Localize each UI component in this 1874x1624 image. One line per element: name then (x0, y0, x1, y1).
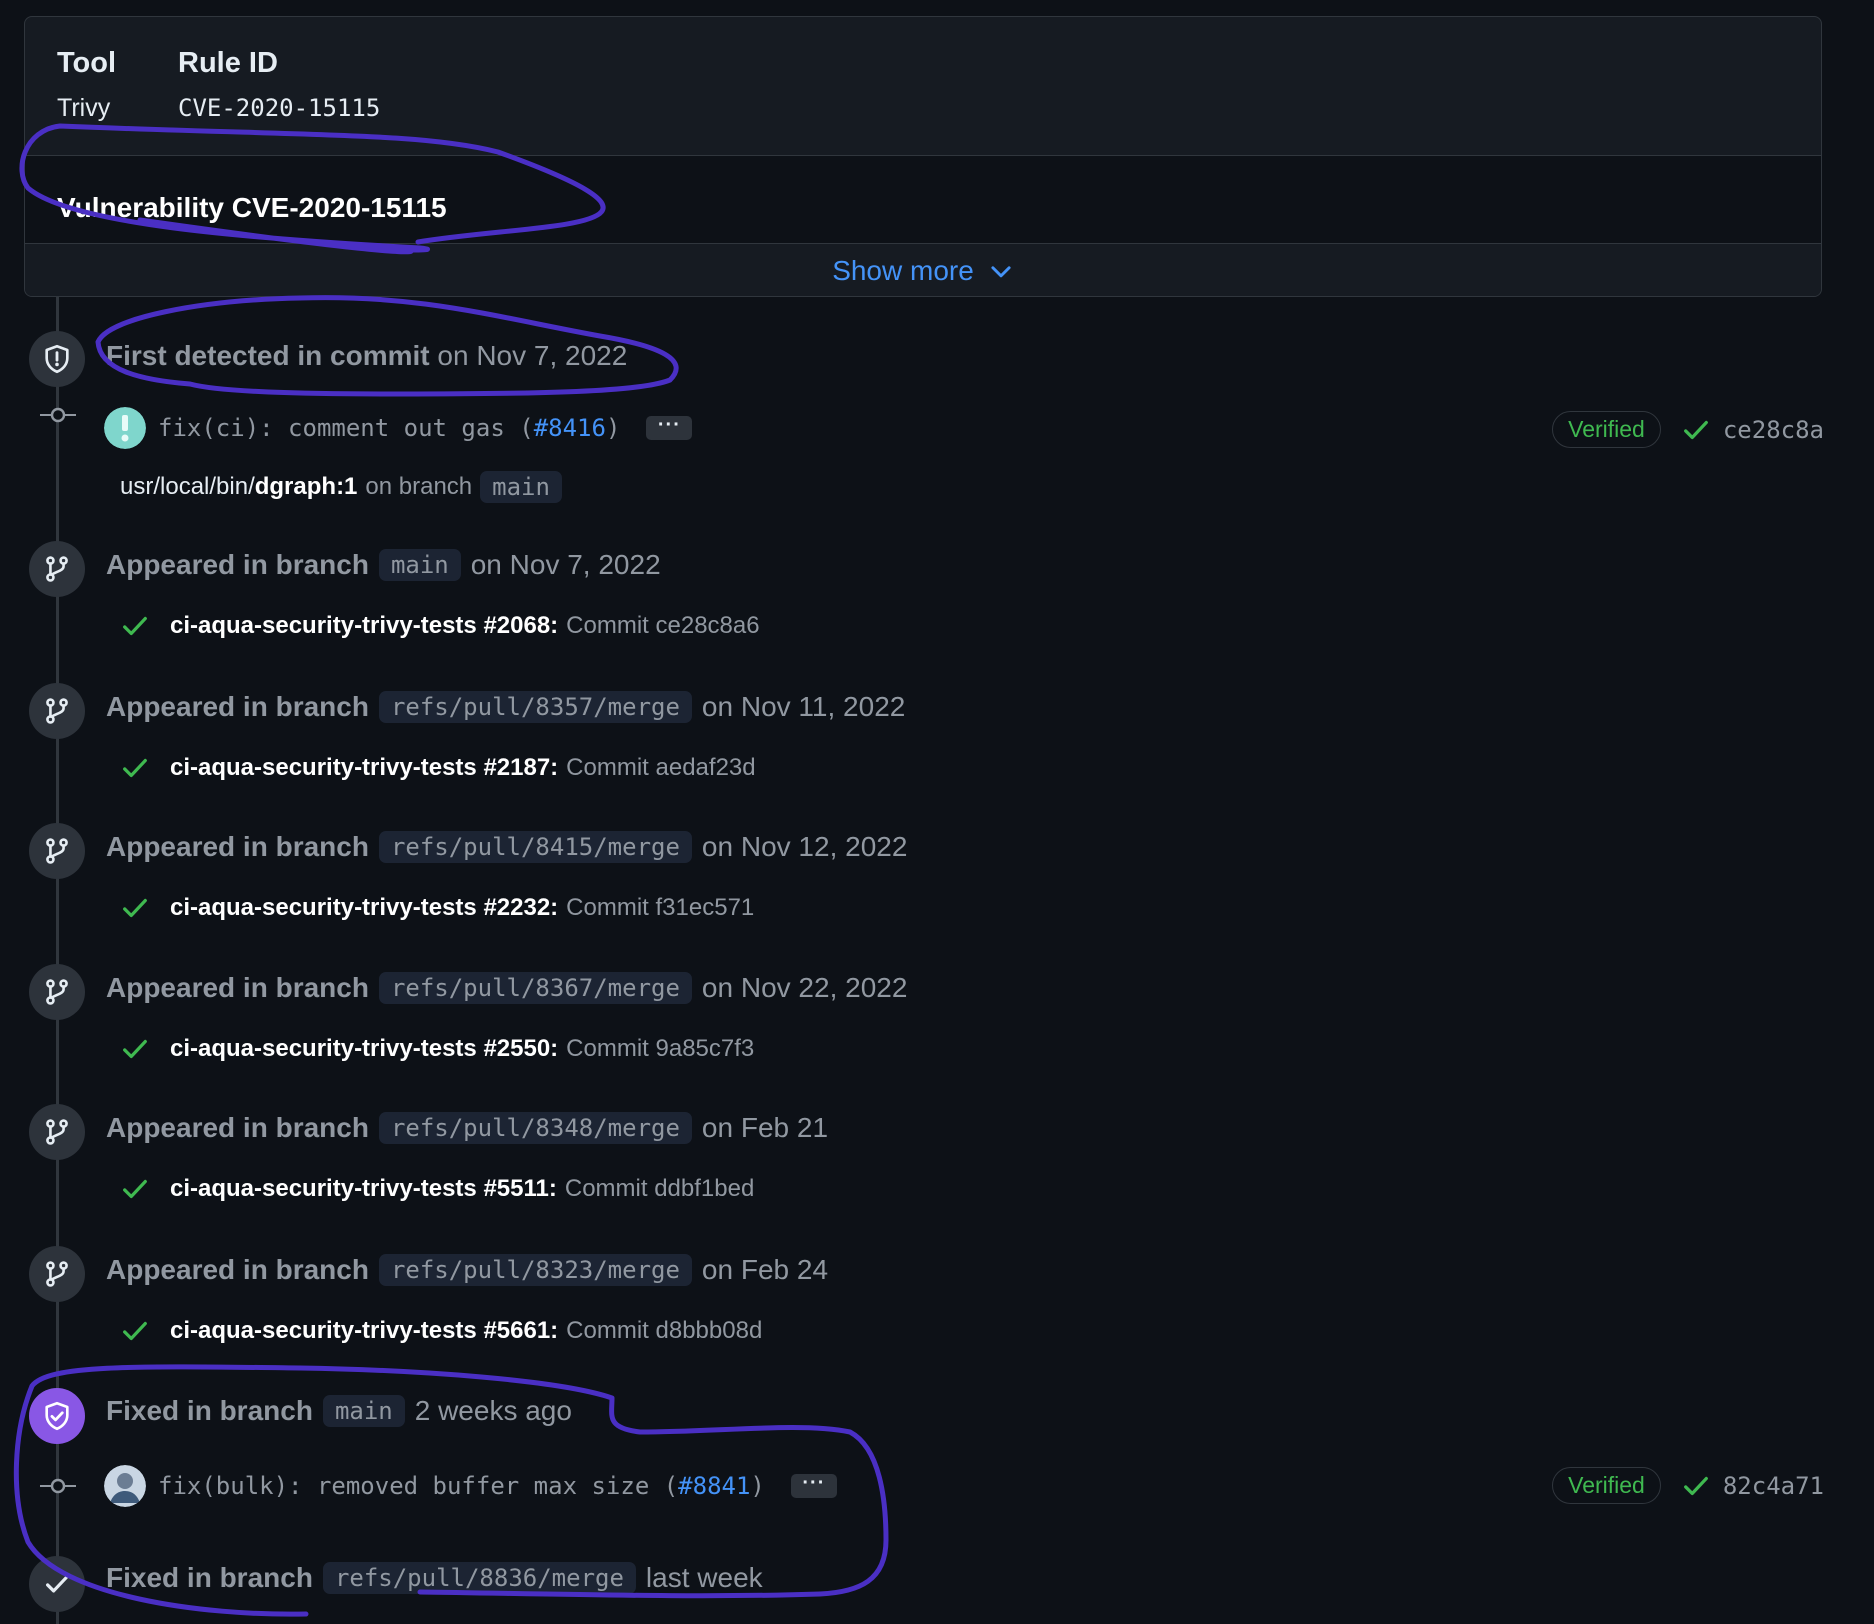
branch-chip: main (480, 471, 562, 503)
first-detected-commit: fix(ci): comment out gas (#8416) ··· (104, 407, 693, 449)
vulnerability-title: Vulnerability CVE-2020-15115 (57, 192, 447, 223)
workflow-run: ci-aqua-security-trivy-tests #2068: Commi… (120, 611, 760, 641)
branch-chip: refs/pull/8357/merge (378, 691, 692, 723)
workflow-run: ci-aqua-security-trivy-tests #5661: Commi… (120, 1316, 762, 1346)
check-badge (29, 1556, 85, 1612)
expand-commit-button[interactable]: ··· (790, 1473, 837, 1498)
first-detected-date: on Nov 7, 2022 (437, 340, 628, 371)
tool-value: Trivy (57, 94, 111, 122)
branch-badge (29, 1246, 85, 1302)
on-branch-label: on branch (365, 473, 473, 500)
fixed-title: Fixed in branch refs/pull/8836/merge last … (106, 1562, 763, 1594)
run-commit: Commit aedaf23d (566, 754, 756, 781)
file-path[interactable]: usr/local/bin/dgraph:1 (120, 473, 357, 501)
rule-id-value: CVE-2020-15115 (178, 94, 381, 122)
appeared-title: Appeared in branch refs/pull/8357/merge on… (106, 691, 906, 723)
pr-link[interactable]: #8841 (678, 1472, 750, 1500)
commit-sha-link[interactable]: ce28c8a (1723, 416, 1824, 444)
appeared-title: Appeared in branch main on Nov 7, 2022 (106, 549, 661, 581)
commit-sha-link[interactable]: 82c4a71 (1723, 1472, 1824, 1500)
pr-link[interactable]: #8416 (534, 414, 606, 442)
git-branch-icon (46, 698, 68, 724)
check-icon (123, 1321, 147, 1341)
first-detected-commit-meta: Verified ce28c8a (1552, 411, 1824, 448)
check-icon (123, 1039, 147, 1059)
git-branch-icon (46, 556, 68, 582)
workflow-run-link[interactable]: ci-aqua-security-trivy-tests #2550: (170, 1035, 558, 1063)
commit-message[interactable]: fix(ci): comment out gas (#8416) (158, 414, 620, 442)
workflow-run-link[interactable]: ci-aqua-security-trivy-tests #5511: (170, 1175, 557, 1203)
check-icon (46, 1575, 68, 1593)
check-icon (1683, 1476, 1708, 1495)
appeared-title: Appeared in branch refs/pull/8323/merge on… (106, 1254, 829, 1286)
shield-alert-badge (29, 331, 85, 387)
expand-commit-button[interactable]: ··· (646, 415, 693, 440)
workflow-run: ci-aqua-security-trivy-tests #2187: Commi… (120, 753, 756, 783)
branch-chip: main (378, 549, 461, 581)
workflow-run: ci-aqua-security-trivy-tests #2232: Commi… (120, 893, 754, 923)
check-icon (123, 1179, 147, 1199)
appeared-title: Appeared in branch refs/pull/8348/merge on… (106, 1112, 829, 1144)
run-commit: Commit d8bbb08d (566, 1317, 763, 1344)
appeared-title: Appeared in branch refs/pull/8367/merge on… (106, 972, 908, 1004)
workflow-run: ci-aqua-security-trivy-tests #2550: Commi… (120, 1034, 754, 1064)
alert-location: usr/local/bin/dgraph:1 on branch main (120, 471, 572, 503)
branch-chip: main (322, 1395, 405, 1427)
rule-id-label: Rule ID (178, 47, 278, 79)
workflow-run-link[interactable]: ci-aqua-security-trivy-tests #2068: (170, 612, 558, 640)
workflow-run-link[interactable]: ci-aqua-security-trivy-tests #5661: (170, 1317, 558, 1345)
vulnerability-section: Vulnerability CVE-2020-15115 (25, 155, 1821, 244)
branch-badge (29, 683, 85, 739)
first-detected-title: First detected in commit on Nov 7, 2022 (106, 340, 627, 372)
fix-commit-meta: Verified 82c4a71 (1552, 1467, 1824, 1504)
run-commit: Commit ddbf1bed (564, 1175, 755, 1202)
check-icon (123, 898, 147, 918)
workflow-run-link[interactable]: ci-aqua-security-trivy-tests #2232: (170, 894, 558, 922)
first-detected-label: First detected in commit (106, 340, 430, 371)
shield-alert-icon (45, 344, 69, 374)
alert-details-panel: Tool Trivy Rule ID CVE-2020-15115 Vulner… (24, 16, 1822, 297)
fixed-title: Fixed in branch main 2 weeks ago (106, 1395, 572, 1427)
branch-chip: refs/pull/8836/merge (322, 1562, 636, 1594)
run-commit: Commit ce28c8a6 (566, 612, 760, 639)
branch-chip: refs/pull/8367/merge (378, 972, 692, 1004)
branch-chip: refs/pull/8348/merge (378, 1112, 692, 1144)
commit-node-icon (40, 1476, 76, 1496)
check-icon (1683, 420, 1708, 439)
branch-badge (29, 1104, 85, 1160)
tool-column: Tool Trivy (57, 47, 116, 123)
check-icon (123, 758, 147, 778)
git-branch-icon (46, 1261, 68, 1287)
shield-check-badge (29, 1388, 85, 1444)
chevron-down-icon (991, 265, 1011, 277)
check-icon (123, 616, 147, 636)
branch-badge (29, 964, 85, 1020)
show-more-button[interactable]: Show more (25, 243, 1821, 296)
run-commit: Commit f31ec571 (566, 894, 755, 921)
branch-badge (29, 823, 85, 879)
git-branch-icon (46, 838, 68, 864)
run-commit: Commit 9a85c7f3 (566, 1035, 755, 1062)
tool-label: Tool (57, 47, 117, 79)
alert-meta: Tool Trivy Rule ID CVE-2020-15115 (25, 17, 1821, 155)
avatar[interactable] (104, 1465, 146, 1507)
branch-chip: refs/pull/8323/merge (378, 1254, 692, 1286)
git-branch-icon (46, 979, 68, 1005)
shield-check-icon (45, 1401, 69, 1431)
fix-commit: fix(bulk): removed buffer max size (#884… (104, 1465, 837, 1507)
git-branch-icon (46, 1119, 68, 1145)
commit-message[interactable]: fix(bulk): removed buffer max size (#884… (158, 1472, 765, 1500)
show-more-label: Show more (832, 254, 974, 286)
workflow-run-link[interactable]: ci-aqua-security-trivy-tests #2187: (170, 754, 558, 782)
avatar[interactable] (104, 407, 146, 449)
commit-node-icon (40, 405, 76, 425)
rule-column: Rule ID CVE-2020-15115 (178, 47, 380, 122)
workflow-run: ci-aqua-security-trivy-tests #5511: Commi… (120, 1174, 754, 1204)
appeared-title: Appeared in branch refs/pull/8415/merge on… (106, 831, 908, 863)
verified-badge[interactable]: Verified (1552, 1467, 1661, 1504)
verified-badge[interactable]: Verified (1552, 411, 1661, 448)
branch-badge (29, 541, 85, 597)
branch-chip: refs/pull/8415/merge (378, 831, 692, 863)
